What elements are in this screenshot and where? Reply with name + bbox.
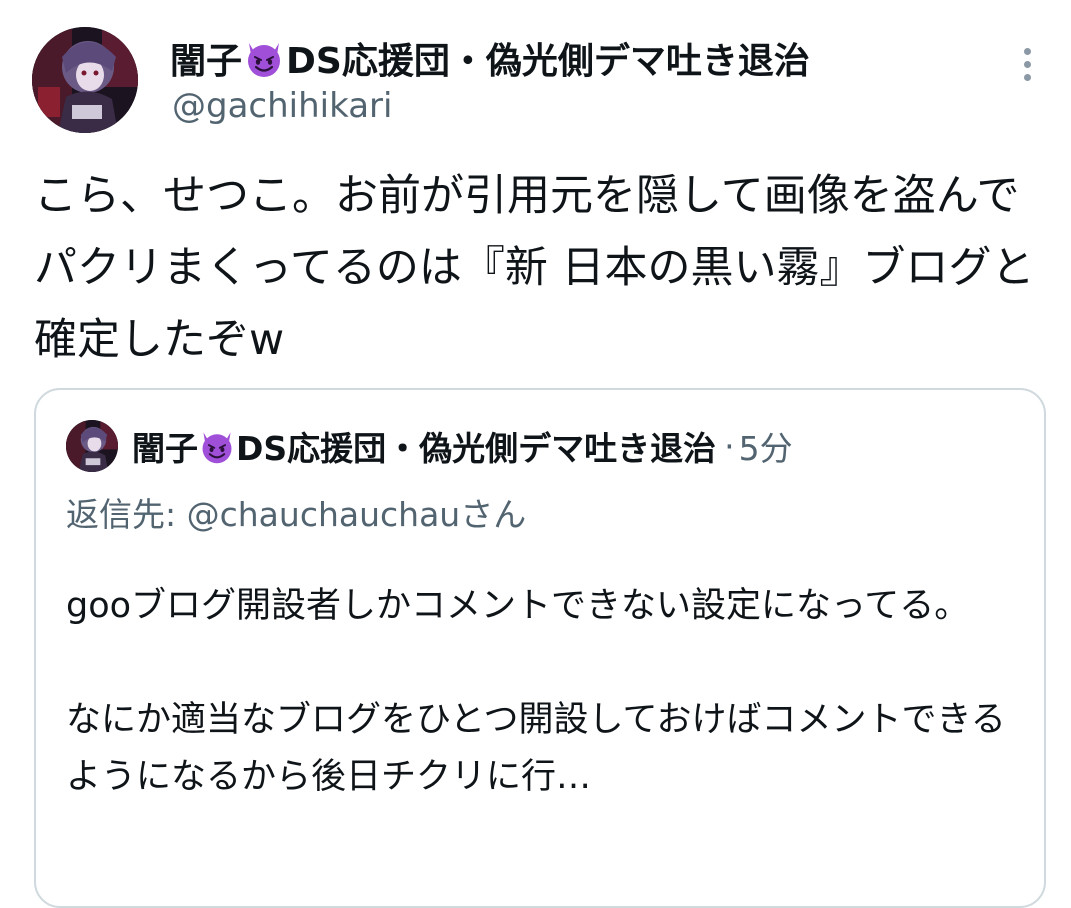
quoted-avatar-image	[66, 420, 118, 472]
quoted-separator: ·	[724, 426, 735, 466]
reply-to-suffix: さん	[460, 495, 527, 534]
tweet-text: こら、せつこ。お前が引用元を隠して画像を盗んでパクリまくってるのは『新 日本の黒…	[34, 171, 1035, 365]
smiling-devil-icon	[248, 43, 281, 77]
avatar[interactable]	[32, 27, 138, 133]
quoted-timestamp[interactable]: 5分	[739, 422, 793, 470]
quoted-paragraph-1: gooブログ開設者しかコメントできない設定になってる。	[66, 586, 970, 626]
author-handle[interactable]: @gachihikari	[172, 86, 392, 126]
author-name-part-1: 闇子	[170, 41, 243, 82]
smiling-devil-icon	[202, 432, 232, 464]
reply-to-handle[interactable]: @chauchauchau	[187, 495, 461, 534]
quoted-text: gooブログ開設者しかコメントできない設定になってる。 なにか適当なブログをひと…	[66, 578, 1016, 806]
tweet: 闇子 DS応援団・偽光側デマ吐き退治 @gachihikari こら、せつこ。お…	[0, 0, 1071, 908]
quoted-avatar[interactable]	[66, 420, 118, 472]
quoted-author-name-part-2[interactable]: DS応援団・偽光側デマ吐き退治	[236, 422, 716, 470]
reply-to-line: 返信先: @chauchauchauさん	[66, 488, 526, 536]
reply-to-prefix: 返信先:	[66, 495, 177, 534]
author-name[interactable]: 闇子 DS応援団・偽光側デマ吐き退治	[170, 30, 810, 86]
more-options-icon[interactable]	[1012, 48, 1042, 94]
avatar-image	[32, 27, 138, 133]
author-name-part-2: DS応援団・偽光側デマ吐き退治	[286, 41, 810, 82]
quoted-author-name-part-1[interactable]: 闇子	[132, 422, 198, 470]
quoted-tweet[interactable]: 闇子 DS応援団・偽光側デマ吐き退治 · 5分 返信先: @chauchauch…	[34, 388, 1046, 908]
quoted-header: 闇子 DS応援団・偽光側デマ吐き退治 · 5分	[132, 420, 793, 472]
quoted-paragraph-2: なにか適当なブログをひとつ開設しておけばコメントできるようになるから後日チクリに…	[66, 700, 1006, 797]
